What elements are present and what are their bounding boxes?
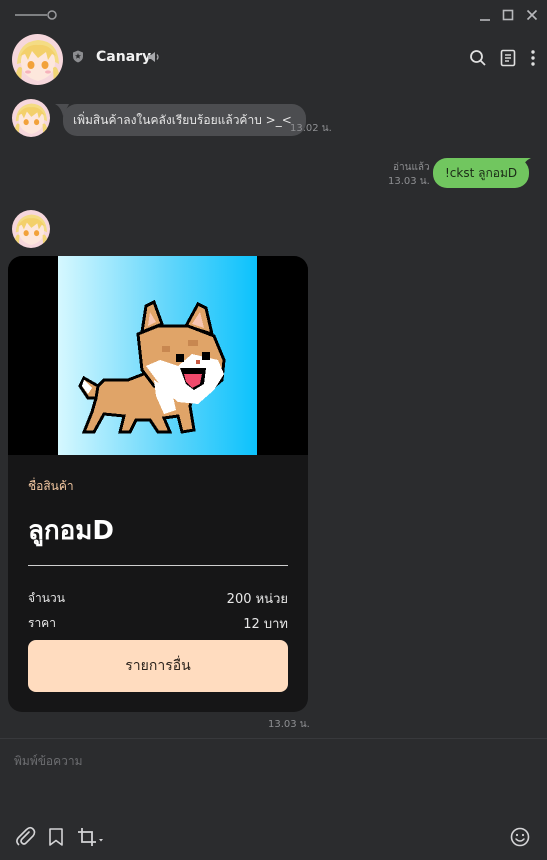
emoji-icon[interactable]: [509, 826, 531, 848]
product-image[interactable]: [58, 256, 257, 455]
composer-divider: [0, 738, 547, 739]
title-bar: [0, 0, 547, 30]
minimize-icon[interactable]: [476, 6, 494, 24]
other-items-button[interactable]: รายการอื่น: [28, 640, 288, 692]
price-value: 12 บาท: [243, 617, 288, 632]
crop-icon[interactable]: [76, 826, 106, 848]
message-input[interactable]: [14, 746, 534, 776]
product-label: ชื่อสินค้า: [28, 479, 74, 493]
incoming-timestamp: 13.02 น.: [290, 123, 332, 134]
paperclip-icon[interactable]: [14, 826, 36, 848]
product-card[interactable]: ชื่อสินค้า ลูกอมD จำนวน 200 หน่วย ราคา 1…: [8, 256, 308, 712]
outgoing-bubble-tail: [515, 158, 531, 170]
sender-avatar[interactable]: [12, 99, 50, 137]
chat-avatar[interactable]: [12, 34, 63, 85]
product-image-frame: [8, 256, 308, 455]
quantity-value: 200 หน่วย: [226, 592, 288, 607]
sender-avatar[interactable]: [12, 210, 50, 248]
card-divider: [28, 565, 288, 566]
pin-slider-icon[interactable]: [14, 9, 58, 21]
bookmark-icon[interactable]: [45, 826, 67, 848]
more-icon[interactable]: [523, 48, 543, 68]
close-icon[interactable]: [523, 6, 541, 24]
notes-icon[interactable]: [498, 48, 518, 68]
price-label: ราคา: [28, 616, 56, 630]
card-timestamp: 13.03 น.: [268, 719, 310, 730]
quantity-label: จำนวน: [28, 591, 65, 605]
shield-icon: [73, 50, 83, 63]
outgoing-timestamp: 13.03 น.: [388, 176, 430, 187]
read-receipt: อ่านแล้ว: [393, 162, 430, 173]
chat-title[interactable]: Canary: [96, 49, 151, 65]
product-name: ลูกอมD: [28, 516, 115, 546]
incoming-message[interactable]: เพิ่มสินค้าลงในคลังเรียบร้อยแล้วค้าบ >_<: [63, 104, 306, 136]
chat-header: Canary: [0, 30, 547, 92]
speaker-icon[interactable]: [147, 50, 161, 64]
message-list[interactable]: เพิ่มสินค้าลงในคลังเรียบร้อยแล้วค้าบ >_<…: [0, 92, 547, 738]
maximize-icon[interactable]: [499, 6, 517, 24]
search-icon[interactable]: [468, 48, 488, 68]
